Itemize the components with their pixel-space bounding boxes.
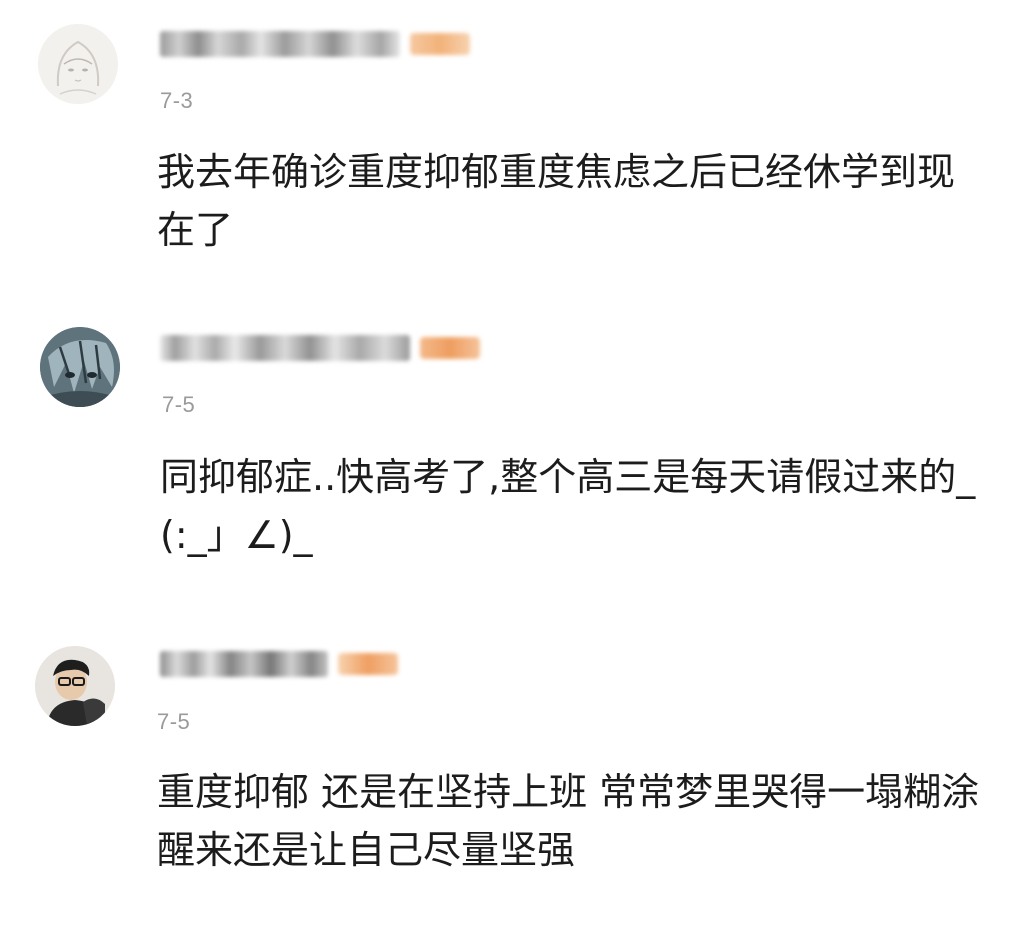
comment-text: 我去年确诊重度抑郁重度焦虑之后已经休学到现在了 bbox=[157, 150, 956, 252]
comment-date: 7-5 bbox=[157, 709, 191, 734]
comment-item: 7-5 同抑郁症..快高考了,整个高三是每天请假过来的_(:_」∠)_ bbox=[0, 310, 1012, 610]
user-badge-icon bbox=[410, 33, 470, 55]
comment-item: 7-5 重度抑郁 还是在坚持上班 常常梦里哭得一塌糊涂 醒来还是让自己尽量坚强 bbox=[0, 625, 1012, 927]
user-badge-icon bbox=[338, 653, 398, 675]
comment-text: 重度抑郁 还是在坚持上班 常常梦里哭得一塌糊涂 醒来还是让自己尽量坚强 bbox=[157, 770, 980, 872]
comment-date: 7-3 bbox=[160, 88, 194, 113]
anime-girl-sketch-avatar-icon bbox=[38, 24, 118, 104]
blurred-name bbox=[160, 335, 410, 361]
avatar[interactable] bbox=[38, 24, 118, 104]
blurred-name bbox=[160, 651, 328, 677]
blurred-name bbox=[160, 31, 400, 57]
comment-date: 7-5 bbox=[162, 392, 196, 417]
comment-text: 同抑郁症..快高考了,整个高三是每天请假过来的_(:_」∠)_ bbox=[160, 455, 976, 557]
avatar[interactable] bbox=[40, 327, 120, 407]
user-badge-icon bbox=[420, 337, 480, 359]
person-photo-avatar-icon bbox=[35, 646, 115, 726]
username-blurred[interactable] bbox=[160, 27, 470, 61]
avatar[interactable] bbox=[35, 646, 115, 726]
username-blurred[interactable] bbox=[160, 331, 480, 365]
username-blurred[interactable] bbox=[160, 647, 398, 681]
anime-character-avatar-icon bbox=[40, 327, 120, 407]
comment-item: 7-3 我去年确诊重度抑郁重度焦虑之后已经休学到现在了 bbox=[0, 0, 1012, 300]
